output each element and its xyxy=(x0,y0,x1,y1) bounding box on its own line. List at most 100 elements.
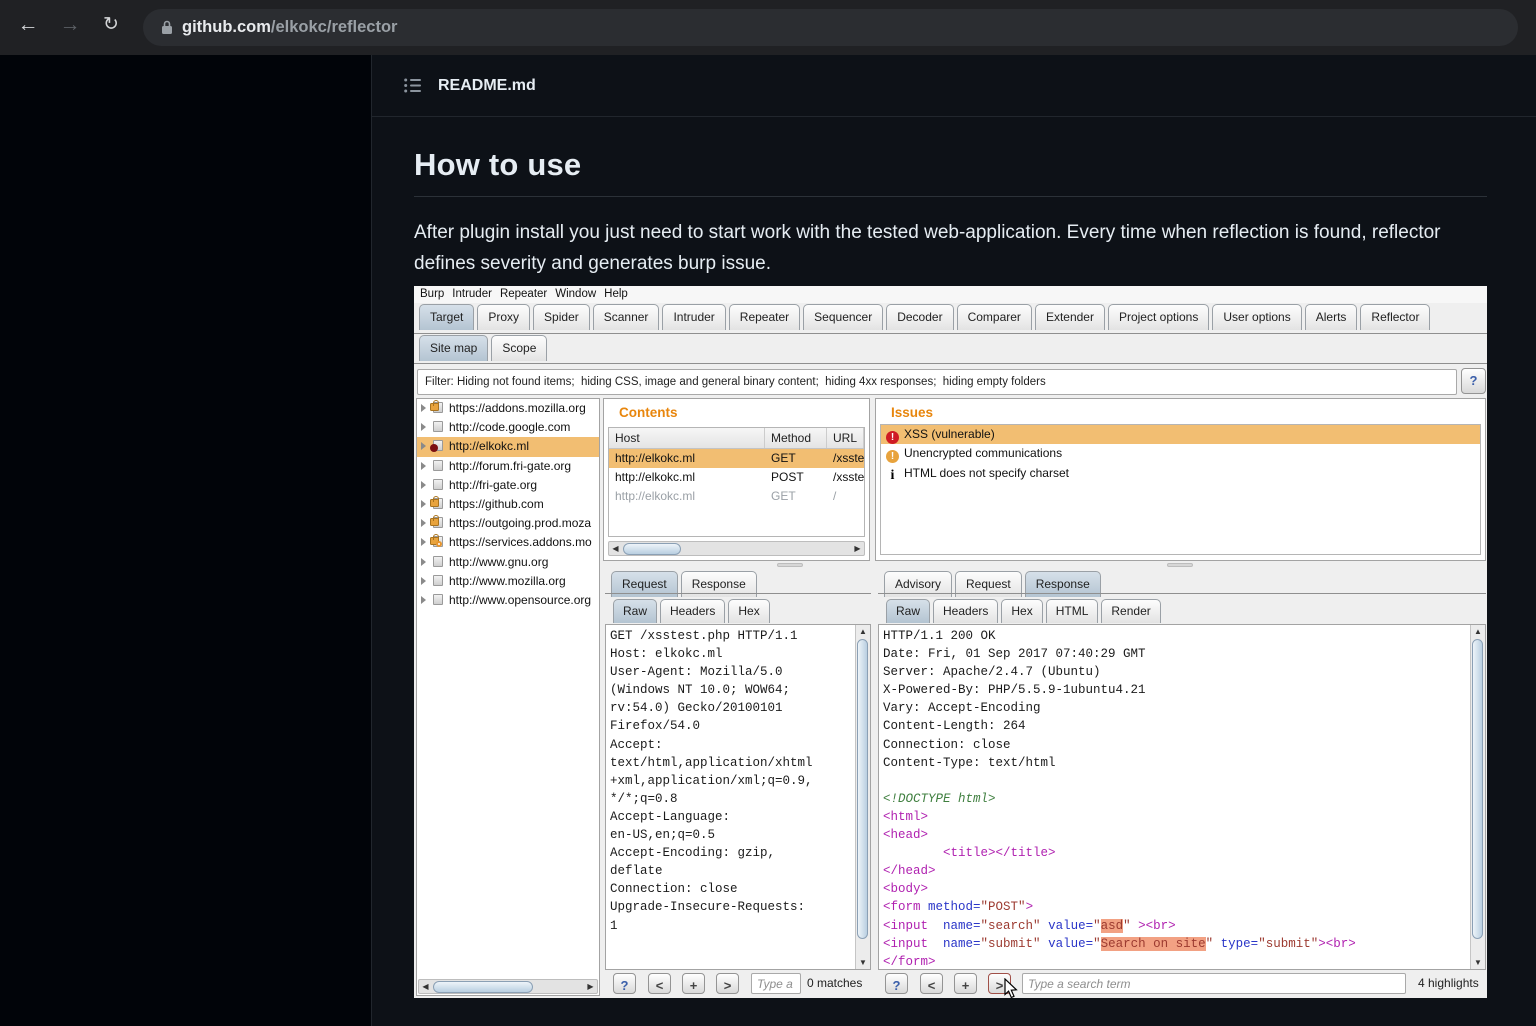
sitemap-item-https-addons-mozilla-org[interactable]: https://addons.mozilla.org xyxy=(417,399,599,418)
request-editor[interactable]: GET /xsstest.php HTTP/1.1Host: elkokc.ml… xyxy=(605,624,871,970)
tab-raw[interactable]: Raw xyxy=(613,599,657,623)
sitemap-item-http-elkokc-ml[interactable]: http://elkokc.ml xyxy=(417,437,599,456)
request-search-input[interactable] xyxy=(751,973,801,994)
response-search-input[interactable] xyxy=(1022,973,1406,994)
menu-help[interactable]: Help xyxy=(604,286,628,303)
tab-user-options[interactable]: User options xyxy=(1212,304,1301,330)
scroll-left-icon[interactable]: ◀ xyxy=(609,542,622,555)
table-of-contents-icon[interactable] xyxy=(404,78,421,93)
tab-decoder[interactable]: Decoder xyxy=(886,304,953,330)
tab-hex[interactable]: Hex xyxy=(728,599,769,623)
sitemap-item-http-fri-gate-org[interactable]: http://fri-gate.org xyxy=(417,476,599,495)
scroll-up-icon[interactable]: ▲ xyxy=(856,625,870,638)
contents-horizontal-scrollbar[interactable]: ◀ ▶ xyxy=(608,541,865,556)
search-prev-button[interactable]: < xyxy=(920,973,943,994)
scroll-right-icon[interactable]: ▶ xyxy=(584,980,597,993)
sitemap-item-http-www-mozilla-org[interactable]: http://www.mozilla.org xyxy=(417,572,599,591)
sitemap-item-http-code-google-com[interactable]: http://code.google.com xyxy=(417,418,599,437)
search-help-button[interactable]: ? xyxy=(613,973,636,994)
menu-repeater[interactable]: Repeater xyxy=(500,286,547,303)
response-editor[interactable]: HTTP/1.1 200 OKDate: Fri, 01 Sep 2017 07… xyxy=(878,624,1486,970)
search-help-button[interactable]: ? xyxy=(885,973,908,994)
table-row[interactable]: http://elkokc.mlGET/ xyxy=(609,487,864,506)
column-header-method[interactable]: Method xyxy=(765,428,827,448)
tab-sequencer[interactable]: Sequencer xyxy=(803,304,883,330)
tab-reflector[interactable]: Reflector xyxy=(1360,304,1430,330)
sitemap-item-https-outgoing-prod-moza[interactable]: https://outgoing.prod.moza xyxy=(417,514,599,533)
readme-body: How to use After plugin install you just… xyxy=(414,147,1487,998)
request-vertical-scrollbar[interactable]: ▲ ▼ xyxy=(855,625,870,969)
tab-hex[interactable]: Hex xyxy=(1001,599,1042,623)
page-left-gutter xyxy=(0,55,372,1026)
request-raw-text: GET /xsstest.php HTTP/1.1Host: elkokc.ml… xyxy=(610,627,813,935)
readme-header: README.md xyxy=(372,55,1536,117)
tab-comparer[interactable]: Comparer xyxy=(957,304,1032,330)
issues-list: !XSS (vulnerable)!Unencrypted communicat… xyxy=(880,424,1481,555)
tab-repeater[interactable]: Repeater xyxy=(729,304,800,330)
sitemap-tree: https://addons.mozilla.orghttp://code.go… xyxy=(416,398,600,996)
issue-xss-vulnerable-[interactable]: !XSS (vulnerable) xyxy=(881,425,1480,444)
column-header-url[interactable]: URL xyxy=(827,428,864,448)
search-prev-button[interactable]: < xyxy=(648,973,671,994)
tab-scope[interactable]: Scope xyxy=(491,335,547,361)
back-icon[interactable]: ← xyxy=(13,13,43,37)
filter-bar[interactable]: Filter: Hiding not found items; hiding C… xyxy=(417,369,1457,395)
scroll-left-icon[interactable]: ◀ xyxy=(419,980,432,993)
search-next-button[interactable]: > xyxy=(988,973,1011,994)
splitter-handle[interactable] xyxy=(1167,563,1193,567)
tab-render[interactable]: Render xyxy=(1101,599,1160,623)
expand-icon xyxy=(421,481,426,489)
response-vertical-scrollbar[interactable]: ▲ ▼ xyxy=(1470,625,1485,969)
menu-burp[interactable]: Burp xyxy=(420,286,444,303)
splitter-handle[interactable] xyxy=(777,563,803,567)
issue-html-does-not-specify-charset[interactable]: iHTML does not specify charset xyxy=(881,464,1480,483)
red-alert-icon: ! xyxy=(886,431,899,444)
intro-paragraph: After plugin install you just need to st… xyxy=(414,217,1490,279)
tab-scanner[interactable]: Scanner xyxy=(593,304,660,330)
url-bar[interactable]: github.com/elkokc/reflector xyxy=(143,9,1518,46)
scroll-thumb[interactable] xyxy=(433,981,533,993)
tab-spider[interactable]: Spider xyxy=(533,304,590,330)
scroll-thumb[interactable] xyxy=(623,543,681,555)
sitemap-item-http-www-gnu-org[interactable]: http://www.gnu.org xyxy=(417,553,599,572)
scroll-right-icon[interactable]: ▶ xyxy=(851,542,864,555)
scroll-up-icon[interactable]: ▲ xyxy=(1471,625,1485,638)
sitemap-item-http-www-opensource-org[interactable]: http://www.opensource.org xyxy=(417,591,599,610)
scroll-thumb[interactable] xyxy=(857,639,868,939)
tab-site-map[interactable]: Site map xyxy=(419,335,488,361)
tab-target[interactable]: Target xyxy=(419,304,474,330)
search-next-button[interactable]: > xyxy=(716,973,739,994)
sitemap-item-https-github-com[interactable]: https://github.com xyxy=(417,495,599,514)
issue-unencrypted-communications[interactable]: !Unencrypted communications xyxy=(881,444,1480,463)
tab-project-options[interactable]: Project options xyxy=(1108,304,1209,330)
tab-intruder[interactable]: Intruder xyxy=(662,304,725,330)
scroll-down-icon[interactable]: ▼ xyxy=(1471,956,1485,969)
search-add-button[interactable]: + xyxy=(682,973,705,994)
page-title: How to use xyxy=(414,147,1487,197)
tab-extender[interactable]: Extender xyxy=(1035,304,1105,330)
forward-icon[interactable]: → xyxy=(55,13,85,37)
issues-title: Issues xyxy=(891,405,933,420)
scroll-down-icon[interactable]: ▼ xyxy=(856,956,870,969)
url-path: /elkokc/reflector xyxy=(271,18,398,37)
lock-icon xyxy=(430,497,445,510)
tab-html[interactable]: HTML xyxy=(1046,599,1099,623)
tab-headers[interactable]: Headers xyxy=(660,599,725,623)
tab-headers[interactable]: Headers xyxy=(933,599,998,623)
column-header-host[interactable]: Host xyxy=(609,428,765,448)
sitemap-item-http-forum-fri-gate-org[interactable]: http://forum.fri-gate.org xyxy=(417,457,599,476)
filter-help-button[interactable]: ? xyxy=(1461,368,1486,394)
sitemap-item-https-services-addons-mo[interactable]: https://services.addons.mo xyxy=(417,533,599,552)
tab-proxy[interactable]: Proxy xyxy=(477,304,530,330)
menu-intruder[interactable]: Intruder xyxy=(452,286,492,303)
menu-window[interactable]: Window xyxy=(555,286,596,303)
scroll-thumb[interactable] xyxy=(1472,639,1483,939)
tree-horizontal-scrollbar[interactable]: ◀ ▶ xyxy=(418,979,598,994)
reload-icon[interactable]: ↻ xyxy=(96,13,126,36)
tab-raw[interactable]: Raw xyxy=(886,599,930,623)
table-row[interactable]: http://elkokc.mlPOST/xsstes xyxy=(609,468,864,487)
table-row[interactable]: http://elkokc.mlGET/xsstes xyxy=(609,449,864,468)
search-add-button[interactable]: + xyxy=(954,973,977,994)
tab-alerts[interactable]: Alerts xyxy=(1305,304,1358,330)
lock-ring-icon xyxy=(430,535,445,548)
